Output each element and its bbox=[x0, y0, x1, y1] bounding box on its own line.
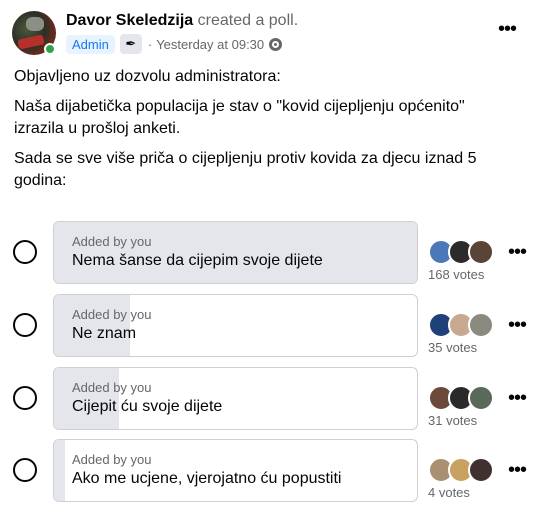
poll-option-box[interactable]: Added by you Cijepit ću svoje dijete bbox=[53, 367, 418, 430]
poll-option-radio[interactable] bbox=[13, 458, 37, 482]
poll-option-radio[interactable] bbox=[13, 313, 37, 337]
poll-option-radio[interactable] bbox=[13, 240, 37, 264]
poll-added-by: Added by you bbox=[72, 452, 152, 467]
poll-added-by: Added by you bbox=[72, 380, 152, 395]
voter-avatar bbox=[468, 312, 494, 338]
poll-option-box[interactable]: Added by you Ako me ucjene, vjerojatno ć… bbox=[53, 439, 418, 502]
group-globe-icon bbox=[269, 37, 283, 51]
poll-voter-avatars[interactable] bbox=[428, 239, 494, 265]
poll-added-by: Added by you bbox=[72, 234, 152, 249]
poll-option-box[interactable]: Added by you Ne znam bbox=[53, 294, 418, 357]
poll-option-label: Ako me ucjene, vjerojatno ću popustiti bbox=[72, 470, 342, 487]
poll-vote-count[interactable]: 31 votes bbox=[428, 413, 477, 428]
post-paragraph: Sada se sve više priča o cijepljenju pro… bbox=[14, 150, 477, 189]
poll-option-more-icon[interactable]: ••• bbox=[508, 242, 527, 262]
poll-option-label: Cijepit ću svoje dijete bbox=[72, 398, 223, 415]
poll-option-label: Nema šanse da cijepim svoje dijete bbox=[72, 252, 323, 269]
online-status-icon bbox=[44, 43, 56, 55]
post-header: Davor Skeledzija created a poll. bbox=[66, 12, 298, 30]
poll-vote-count[interactable]: 4 votes bbox=[428, 485, 470, 500]
voter-avatar bbox=[468, 457, 494, 483]
admin-badge[interactable]: Admin bbox=[66, 34, 115, 54]
poll-option-label: Ne znam bbox=[72, 325, 137, 342]
post-body: Objavljeno uz dozvolu administratora: Na… bbox=[14, 66, 514, 200]
poll-voter-avatars[interactable] bbox=[428, 457, 494, 483]
poll-result-fill bbox=[54, 440, 65, 501]
post-paragraph: Naša dijabetička populacija je stav o "k… bbox=[14, 98, 465, 137]
poll-option-more-icon[interactable]: ••• bbox=[508, 388, 527, 408]
author-name[interactable]: Davor Skeledzija bbox=[66, 12, 193, 29]
poll-option-radio[interactable] bbox=[13, 386, 37, 410]
poll-voter-avatars[interactable] bbox=[428, 385, 494, 411]
avatar-detail bbox=[17, 34, 45, 50]
post-timestamp[interactable]: Yesterday at 09:30 bbox=[156, 37, 264, 52]
poll-option-more-icon[interactable]: ••• bbox=[508, 315, 527, 335]
avatar-detail bbox=[26, 17, 44, 31]
feather-pen-icon[interactable]: ✒ bbox=[119, 34, 142, 54]
poll-vote-count[interactable]: 168 votes bbox=[428, 267, 484, 282]
post-paragraph: Objavljeno uz dozvolu administratora: bbox=[14, 68, 281, 85]
poll-voter-avatars[interactable] bbox=[428, 312, 494, 338]
voter-avatar bbox=[468, 239, 494, 265]
poll-option-box[interactable]: Added by you Nema šanse da cijepim svoje… bbox=[53, 221, 418, 284]
poll-added-by: Added by you bbox=[72, 307, 152, 322]
poll-option-more-icon[interactable]: ••• bbox=[508, 460, 527, 480]
voter-avatar bbox=[468, 385, 494, 411]
post-action-text: created a poll. bbox=[197, 12, 299, 29]
post-more-icon[interactable]: ••• bbox=[498, 19, 517, 39]
post-meta: Admin ✒ · Yesterday at 09:30 bbox=[66, 33, 283, 55]
poll-vote-count[interactable]: 35 votes bbox=[428, 340, 477, 355]
meta-separator: · bbox=[147, 36, 153, 52]
